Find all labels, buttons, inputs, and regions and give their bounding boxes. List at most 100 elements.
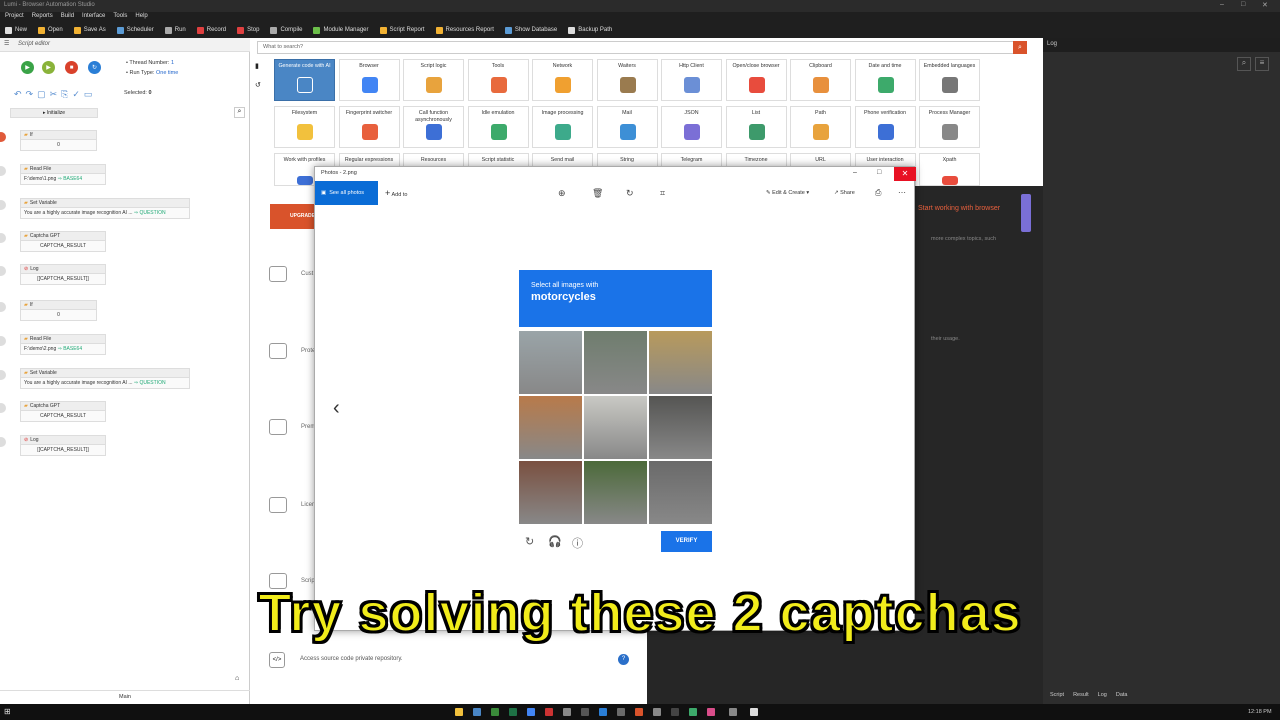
captcha-tile[interactable] — [649, 396, 712, 459]
toolbar-compile-button[interactable]: Compile — [270, 26, 302, 34]
action-tile-tools[interactable]: Tools — [467, 59, 529, 101]
side-tools[interactable] — [1021, 194, 1031, 232]
script-block[interactable]: ⊘ Log [[CAPTCHA_RESULT]] — [20, 264, 106, 285]
toolbar-scheduler-button[interactable]: Scheduler — [116, 26, 154, 34]
log-tab-result[interactable]: Result — [1073, 692, 1089, 698]
feature-item[interactable]: Prem — [269, 419, 315, 435]
action-tile-mail[interactable]: Mail — [596, 106, 658, 148]
search-input[interactable]: What to search? ⌕ — [257, 41, 1027, 54]
action-tile-xpath[interactable]: Xpath — [919, 153, 980, 186]
action-tile-open-close-browser[interactable]: Open/close browser — [725, 59, 787, 101]
chrome-icon[interactable] — [527, 708, 535, 716]
search-button-icon[interactable]: ⌕ — [1013, 41, 1027, 54]
captcha-tile[interactable] — [649, 331, 712, 394]
feature-item[interactable]: Prote — [269, 343, 315, 359]
audio-icon[interactable]: 🎧 — [548, 535, 562, 548]
action-tile-script-logic[interactable]: Script logic — [403, 59, 464, 101]
app-icon-3[interactable] — [545, 708, 553, 716]
verify-button[interactable]: VERIFY — [661, 531, 712, 552]
close-icon[interactable]: ✕ — [1262, 1, 1268, 9]
menu-item-project[interactable]: Project — [5, 13, 24, 21]
log-tab-log[interactable]: Log — [1098, 692, 1107, 698]
action-tile-path[interactable]: Path — [790, 106, 851, 148]
see-all-photos-button[interactable]: ▣ See all photos — [315, 181, 378, 205]
captcha-tile[interactable] — [519, 396, 582, 459]
breakpoint-marker[interactable] — [0, 200, 6, 210]
app-icon-1[interactable] — [473, 708, 481, 716]
toolbar-run-button[interactable]: Run — [164, 26, 186, 34]
app-icon-11[interactable] — [689, 708, 697, 716]
toolbar-save-as-button[interactable]: Save As — [73, 26, 106, 34]
app-icon-6[interactable] — [599, 708, 607, 716]
script-block[interactable]: ▰ Captcha GPT CAPTCHA_RESULT — [20, 231, 106, 252]
menu-icon[interactable]: ☰ — [4, 40, 9, 47]
photos-maximize-icon[interactable]: □ — [877, 169, 881, 176]
action-tile-idle-emulation[interactable]: Idle emulation — [467, 106, 529, 148]
action-tile-list[interactable]: List — [725, 106, 787, 148]
log-tab-data[interactable]: Data — [1116, 692, 1128, 698]
script-block[interactable]: ▰ Captcha GPT CAPTCHA_RESULT — [20, 401, 106, 422]
breakpoint-marker[interactable] — [0, 370, 6, 380]
menu-item-help[interactable]: Help — [135, 13, 147, 21]
home-icon[interactable]: ⌂ — [235, 675, 239, 682]
script-block[interactable]: ▰ Set Variable You are a highly accurate i… — [20, 198, 190, 219]
minimize-icon[interactable]: – — [1220, 1, 1224, 8]
photos-minimize-icon[interactable]: – — [853, 169, 857, 176]
edit-toolbar-icons[interactable]: ↶↷▢✂⎘✓▭ — [14, 89, 96, 100]
captcha-tile[interactable] — [584, 331, 647, 394]
maximize-icon[interactable]: □ — [1241, 1, 1245, 8]
script-block[interactable]: ▰ If 0 — [20, 300, 97, 321]
app-icon-5[interactable] — [581, 708, 589, 716]
toolbar-backup-path-button[interactable]: Backup Path — [568, 26, 612, 34]
start-browser-link[interactable]: Start working with browser — [918, 205, 1000, 212]
log-menu-icon[interactable]: ≡ — [1255, 57, 1269, 71]
action-tile-generate-code-with-ai[interactable]: Generate code with AI — [274, 59, 335, 101]
menu-item-tools[interactable]: Tools — [113, 13, 127, 21]
toolbar-new-button[interactable]: New — [5, 26, 27, 34]
action-tile-process-manager[interactable]: Process Manager — [919, 106, 980, 148]
reload-icon[interactable]: ↻ — [525, 535, 534, 548]
action-tile-fingerprint-switcher[interactable]: Fingerprint switcher — [338, 106, 400, 148]
initialize-block[interactable]: ▸ Initialize — [10, 108, 98, 118]
rotate-icon[interactable]: ↻ — [626, 188, 634, 199]
breakpoint-marker[interactable] — [0, 302, 6, 312]
script-block[interactable]: ⊘ Log [[CAPTCHA_RESULT]] — [20, 435, 106, 456]
feature-item[interactable]: Licen — [269, 497, 315, 513]
action-tile-image-processing[interactable]: Image processing — [532, 106, 593, 148]
action-tile-phone-verification[interactable]: Phone verification — [854, 106, 916, 148]
delete-icon[interactable]: 🗑 — [592, 188, 603, 199]
script-block[interactable]: ▰ Read File F:\demo\2.png ⇒ BASE64 — [20, 334, 106, 355]
zoom-icon[interactable]: ⊕ — [558, 188, 566, 199]
app-icon-2[interactable] — [491, 708, 499, 716]
toolbar-open-button[interactable]: Open — [38, 26, 63, 34]
run-button[interactable]: ▶ — [21, 61, 34, 74]
toolbar-record-button[interactable]: Record — [196, 26, 226, 34]
add-to-button[interactable]: + Add to — [385, 188, 407, 198]
editor-footer[interactable]: Main — [0, 690, 250, 704]
previous-image-icon[interactable]: ‹ — [333, 397, 340, 420]
help-icon[interactable]: ? — [618, 654, 629, 665]
log-tab-script[interactable]: Script — [1050, 692, 1064, 698]
menu-item-reports[interactable]: Reports — [32, 13, 53, 21]
share-button[interactable]: ↗ Share — [834, 190, 855, 196]
action-tile-call-function-asynchronously[interactable]: Call function asynchronously — [403, 106, 464, 148]
captcha-tile[interactable] — [584, 396, 647, 459]
toolbar-show-database-button[interactable]: Show Database — [504, 26, 557, 34]
captcha-tile[interactable] — [519, 331, 582, 394]
menu-item-interface[interactable]: Interface — [82, 13, 105, 21]
feature-item[interactable]: Cust — [269, 266, 313, 282]
breakpoint-marker[interactable] — [0, 266, 6, 276]
breakpoint-marker[interactable] — [0, 233, 6, 243]
photos-close-icon[interactable]: ✕ — [894, 167, 916, 181]
upgrade-button[interactable]: UPGRADE — [270, 204, 315, 229]
breakpoint-marker[interactable] — [0, 403, 6, 413]
app-icon-7[interactable] — [617, 708, 625, 716]
action-tile-http-client[interactable]: Http Client — [661, 59, 722, 101]
app-icon-10[interactable] — [671, 708, 679, 716]
print-icon[interactable]: ⎙ — [875, 188, 881, 198]
crop-icon[interactable]: ⌗ — [660, 188, 665, 199]
action-tile-network[interactable]: Network — [532, 59, 593, 101]
bookmark-icon[interactable]: ▮ — [255, 62, 259, 70]
more-icon[interactable]: ⋯ — [898, 188, 906, 197]
history-icon[interactable]: ↺ — [255, 81, 261, 89]
